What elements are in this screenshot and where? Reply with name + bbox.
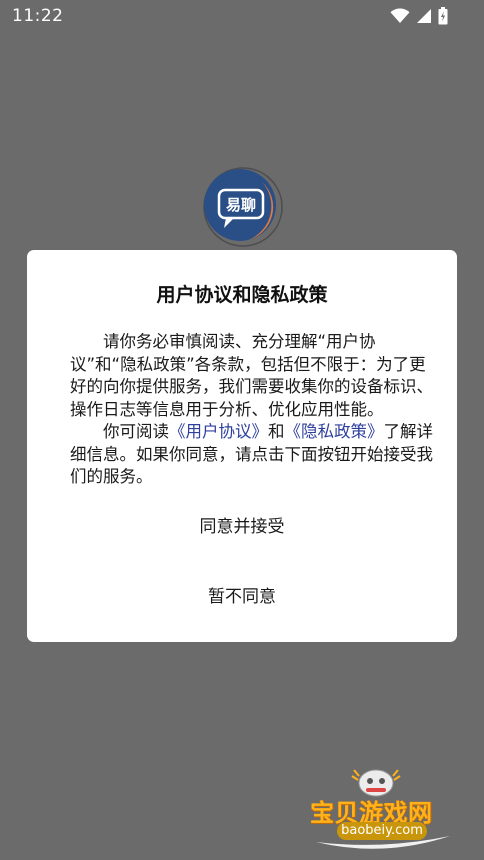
wifi-icon [390,8,410,24]
agree-button[interactable]: 同意并接受 [27,507,457,547]
dialog-paragraph-2: 你可阅读《用户协议》和《隐私政策》了解详细信息。如果你同意，请点击下面按钮开始接… [70,421,440,489]
status-time: 11:22 [12,6,64,26]
disagree-button[interactable]: 暂不同意 [27,577,457,617]
paragraph-2-and: 和 [268,422,285,441]
privacy-policy-link[interactable]: 《隐私政策》 [285,422,384,441]
privacy-dialog: 用户协议和隐私政策 请你务必审慎阅读、充分理解“用户协议”和“隐私政策”各条款，… [27,250,457,642]
app-logo-text: 易聊 [226,196,256,214]
app-logo: 易聊 [202,166,284,248]
signal-icon [416,8,432,24]
paragraph-2-prefix: 你可阅读 [103,422,169,441]
dialog-title: 用户协议和隐私政策 [156,284,328,306]
watermark-url: baobeiy.com [337,822,427,840]
user-agreement-link[interactable]: 《用户协议》 [169,422,268,441]
dialog-paragraph-1: 请你务必审慎阅读、充分理解“用户协议”和“隐私政策”各条款，包括但不限于：为了更… [70,332,433,419]
battery-icon [438,7,448,25]
dialog-body: 请你务必审慎阅读、充分理解“用户协议”和“隐私政策”各条款，包括但不限于：为了更… [70,331,440,489]
status-bar: 11:22 [0,0,484,34]
status-icons [390,7,448,25]
watermark-logo: 宝贝游戏网 baobeiy.com [308,766,458,854]
